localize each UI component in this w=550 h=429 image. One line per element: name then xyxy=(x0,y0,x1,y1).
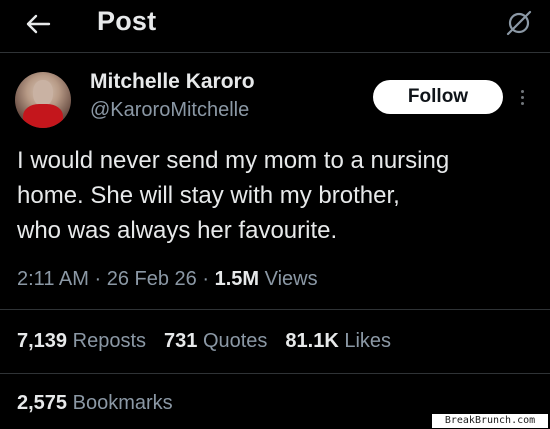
grok-icon xyxy=(506,10,532,36)
more-vertical-icon-dot xyxy=(520,89,524,93)
more-vertical-icon-dot xyxy=(520,95,524,99)
author-name[interactable]: Mitchelle Karoro xyxy=(90,70,255,94)
divider xyxy=(0,373,550,374)
tweet-text: I would never send my mom to a nursing h… xyxy=(17,143,542,248)
tweet-line: I would never send my mom to a nursing xyxy=(17,147,450,174)
author-handle[interactable]: @KaroroMitchelle xyxy=(90,99,249,122)
meta-separator: · xyxy=(202,268,210,290)
bookmarks-label: Bookmarks xyxy=(72,392,173,414)
quotes-count: 731 xyxy=(164,330,198,352)
more-options-button[interactable] xyxy=(515,84,529,110)
quotes-label: Quotes xyxy=(202,330,268,352)
back-button[interactable] xyxy=(18,8,58,40)
bookmarks-count: 2,575 xyxy=(17,392,68,414)
arrow-left-icon xyxy=(26,14,51,34)
bookmarks-stat[interactable]: 2,575 Bookmarks xyxy=(17,392,173,415)
likes-count: 81.1K xyxy=(285,330,339,352)
follow-button[interactable]: Follow xyxy=(373,80,503,114)
page-title: Post xyxy=(97,6,157,36)
avatar-face xyxy=(33,80,53,106)
post-date[interactable]: 26 Feb 26 xyxy=(107,268,197,290)
tweet-line: home. She will stay with my brother, xyxy=(17,182,400,209)
reposts-count: 7,139 xyxy=(17,330,68,352)
grok-button[interactable] xyxy=(502,6,536,40)
meta-separator: · xyxy=(94,268,102,290)
reposts-label: Reposts xyxy=(72,330,146,352)
likes-label: Likes xyxy=(344,330,392,352)
views-count: 1.5M xyxy=(214,268,260,290)
reposts-stat[interactable]: 7,139 Reposts xyxy=(17,330,146,353)
top-bar: Post xyxy=(0,0,550,53)
quotes-stat[interactable]: 731 Quotes xyxy=(164,330,267,353)
more-vertical-icon-dot xyxy=(520,101,524,105)
likes-stat[interactable]: 81.1K Likes xyxy=(285,330,391,353)
watermark: BreakBrunch.com xyxy=(432,414,548,428)
avatar[interactable] xyxy=(15,72,71,128)
divider xyxy=(0,309,550,310)
avatar-dress xyxy=(23,104,63,128)
tweet-meta: 2:11 AM · 26 Feb 26 · 1.5M Views xyxy=(17,268,318,291)
views-label: Views xyxy=(264,268,318,290)
post-time[interactable]: 2:11 AM xyxy=(17,268,89,290)
tweet-line: who was always her favourite. xyxy=(17,217,338,244)
engagement-stats: 7,139 Reposts 731 Quotes 81.1K Likes xyxy=(17,330,391,353)
